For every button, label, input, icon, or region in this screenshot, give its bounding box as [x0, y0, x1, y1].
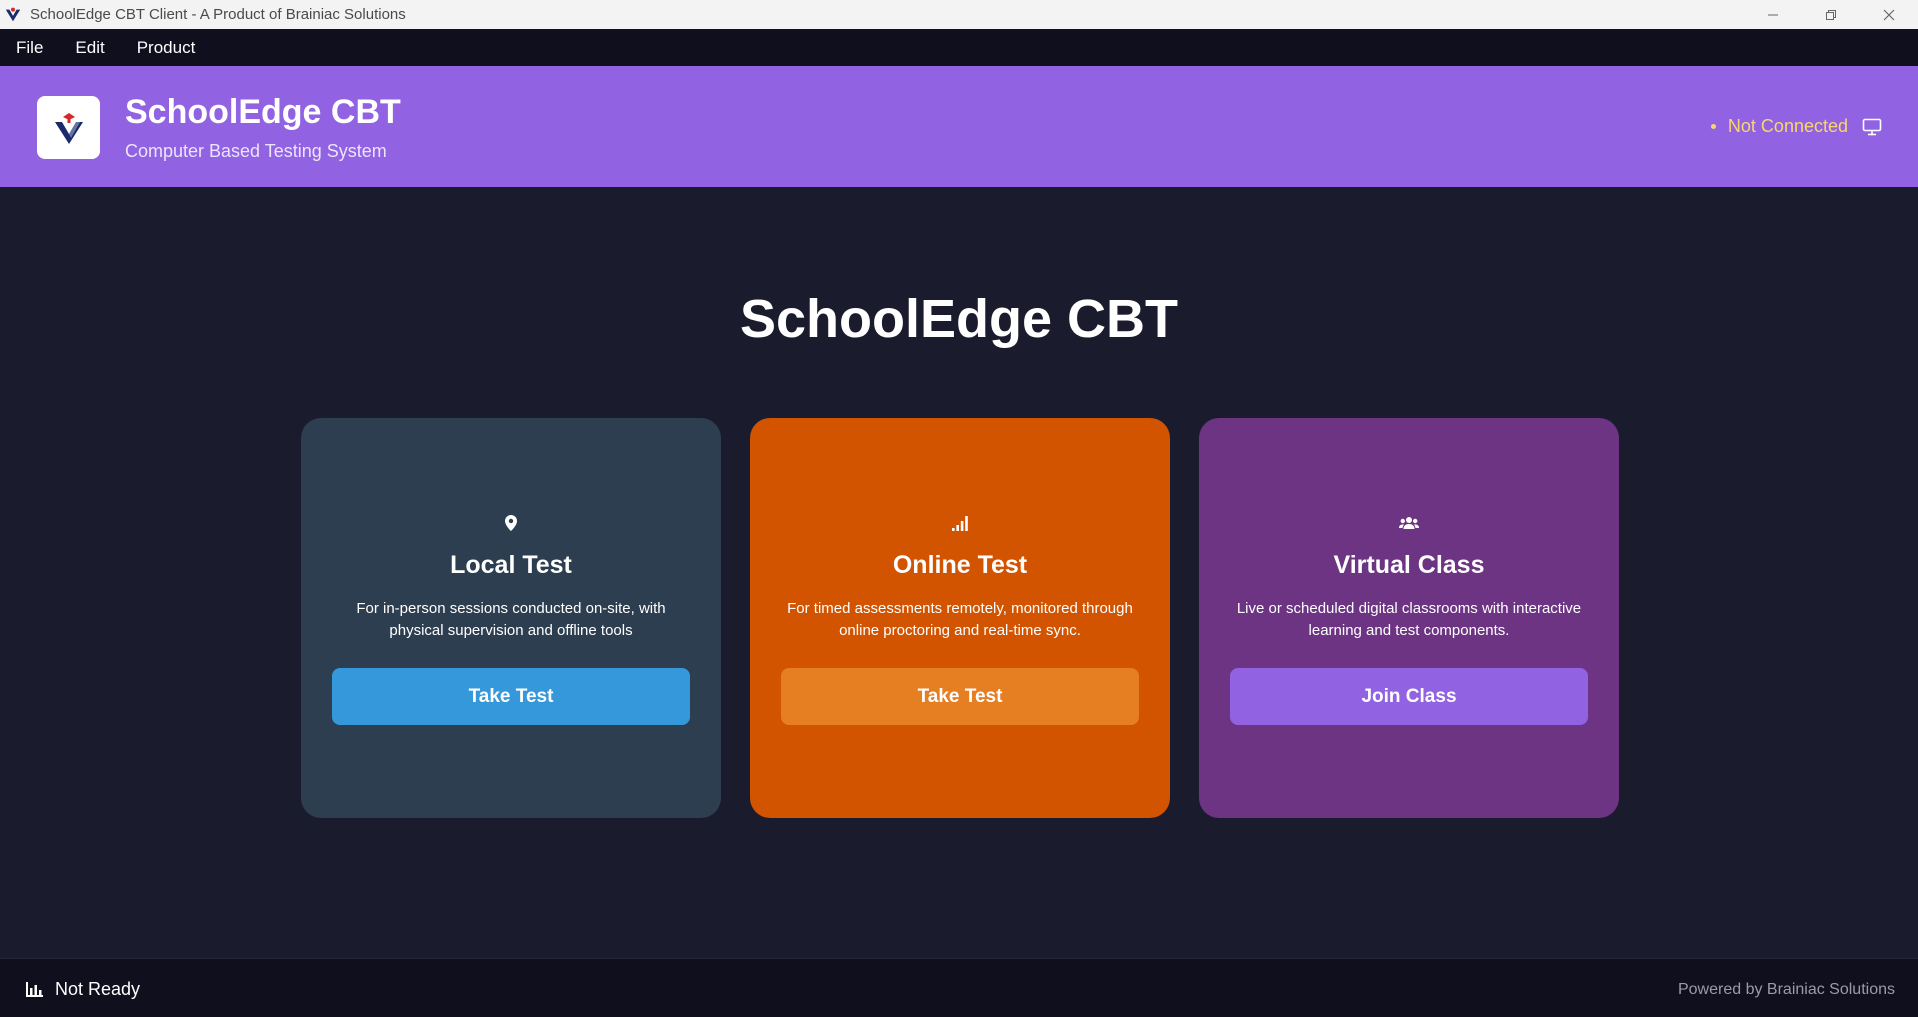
bar-chart-icon — [26, 982, 43, 997]
brand-subtitle: Computer Based Testing System — [125, 141, 387, 161]
minimize-button[interactable] — [1744, 0, 1802, 29]
restore-button[interactable] — [1802, 0, 1860, 29]
window-controls — [1744, 0, 1918, 29]
status-dot — [1710, 124, 1716, 129]
card-description: For timed assessments remotely, monitore… — [787, 600, 1133, 639]
menu-file[interactable]: File — [16, 38, 43, 58]
card-title: Virtual Class — [1333, 551, 1485, 579]
virtual-class-card: Virtual Class Live or scheduled digital … — [1199, 418, 1619, 818]
app-logo-icon — [5, 7, 21, 21]
close-button[interactable] — [1860, 0, 1918, 29]
card-title: Local Test — [450, 551, 572, 579]
menu-product[interactable]: Product — [137, 38, 196, 58]
local-take-test-button[interactable]: Take Test — [332, 668, 690, 725]
menu-bar: File Edit Product — [0, 29, 1918, 66]
window-title: SchoolEdge CBT Client - A Product of Bra… — [30, 6, 406, 23]
connection-status-text: Not Connected — [1727, 116, 1848, 136]
online-take-test-button[interactable]: Take Test — [781, 668, 1139, 725]
connection-status: Not Connected — [1710, 116, 1882, 137]
card-description: For in-person sessions conducted on-site… — [356, 600, 666, 639]
brand-logo-icon — [54, 112, 83, 144]
join-class-button[interactable]: Join Class — [1230, 668, 1588, 725]
menu-edit[interactable]: Edit — [75, 38, 104, 58]
card-description: Live or scheduled digital classrooms wit… — [1236, 600, 1582, 639]
window-titlebar: SchoolEdge CBT Client - A Product of Bra… — [0, 0, 1918, 29]
ready-status-text: Not Ready — [55, 979, 141, 999]
users-icon — [1399, 517, 1419, 529]
restore-icon — [1826, 9, 1836, 20]
app-header: SchoolEdge CBT Computer Based Testing Sy… — [0, 66, 1918, 187]
online-test-card: Online Test For timed assessments remote… — [750, 418, 1170, 818]
brand-logo — [37, 96, 100, 159]
page-title: SchoolEdge CBT — [739, 289, 1178, 349]
status-bar: Not Ready Powered by Brainiac Solutions — [0, 958, 1918, 1017]
brand-title: SchoolEdge CBT — [125, 93, 401, 131]
minimize-icon — [1768, 14, 1778, 15]
close-icon — [1883, 9, 1895, 20]
signal-bars-icon — [952, 515, 968, 531]
map-pin-icon — [505, 515, 517, 531]
monitor-icon[interactable] — [1862, 118, 1882, 136]
card-title: Online Test — [892, 551, 1028, 579]
powered-by-text: Powered by Brainiac Solutions — [1677, 981, 1895, 998]
ready-status: Not Ready — [26, 979, 140, 1000]
local-test-card: Local Test For in-person sessions conduc… — [301, 418, 721, 818]
